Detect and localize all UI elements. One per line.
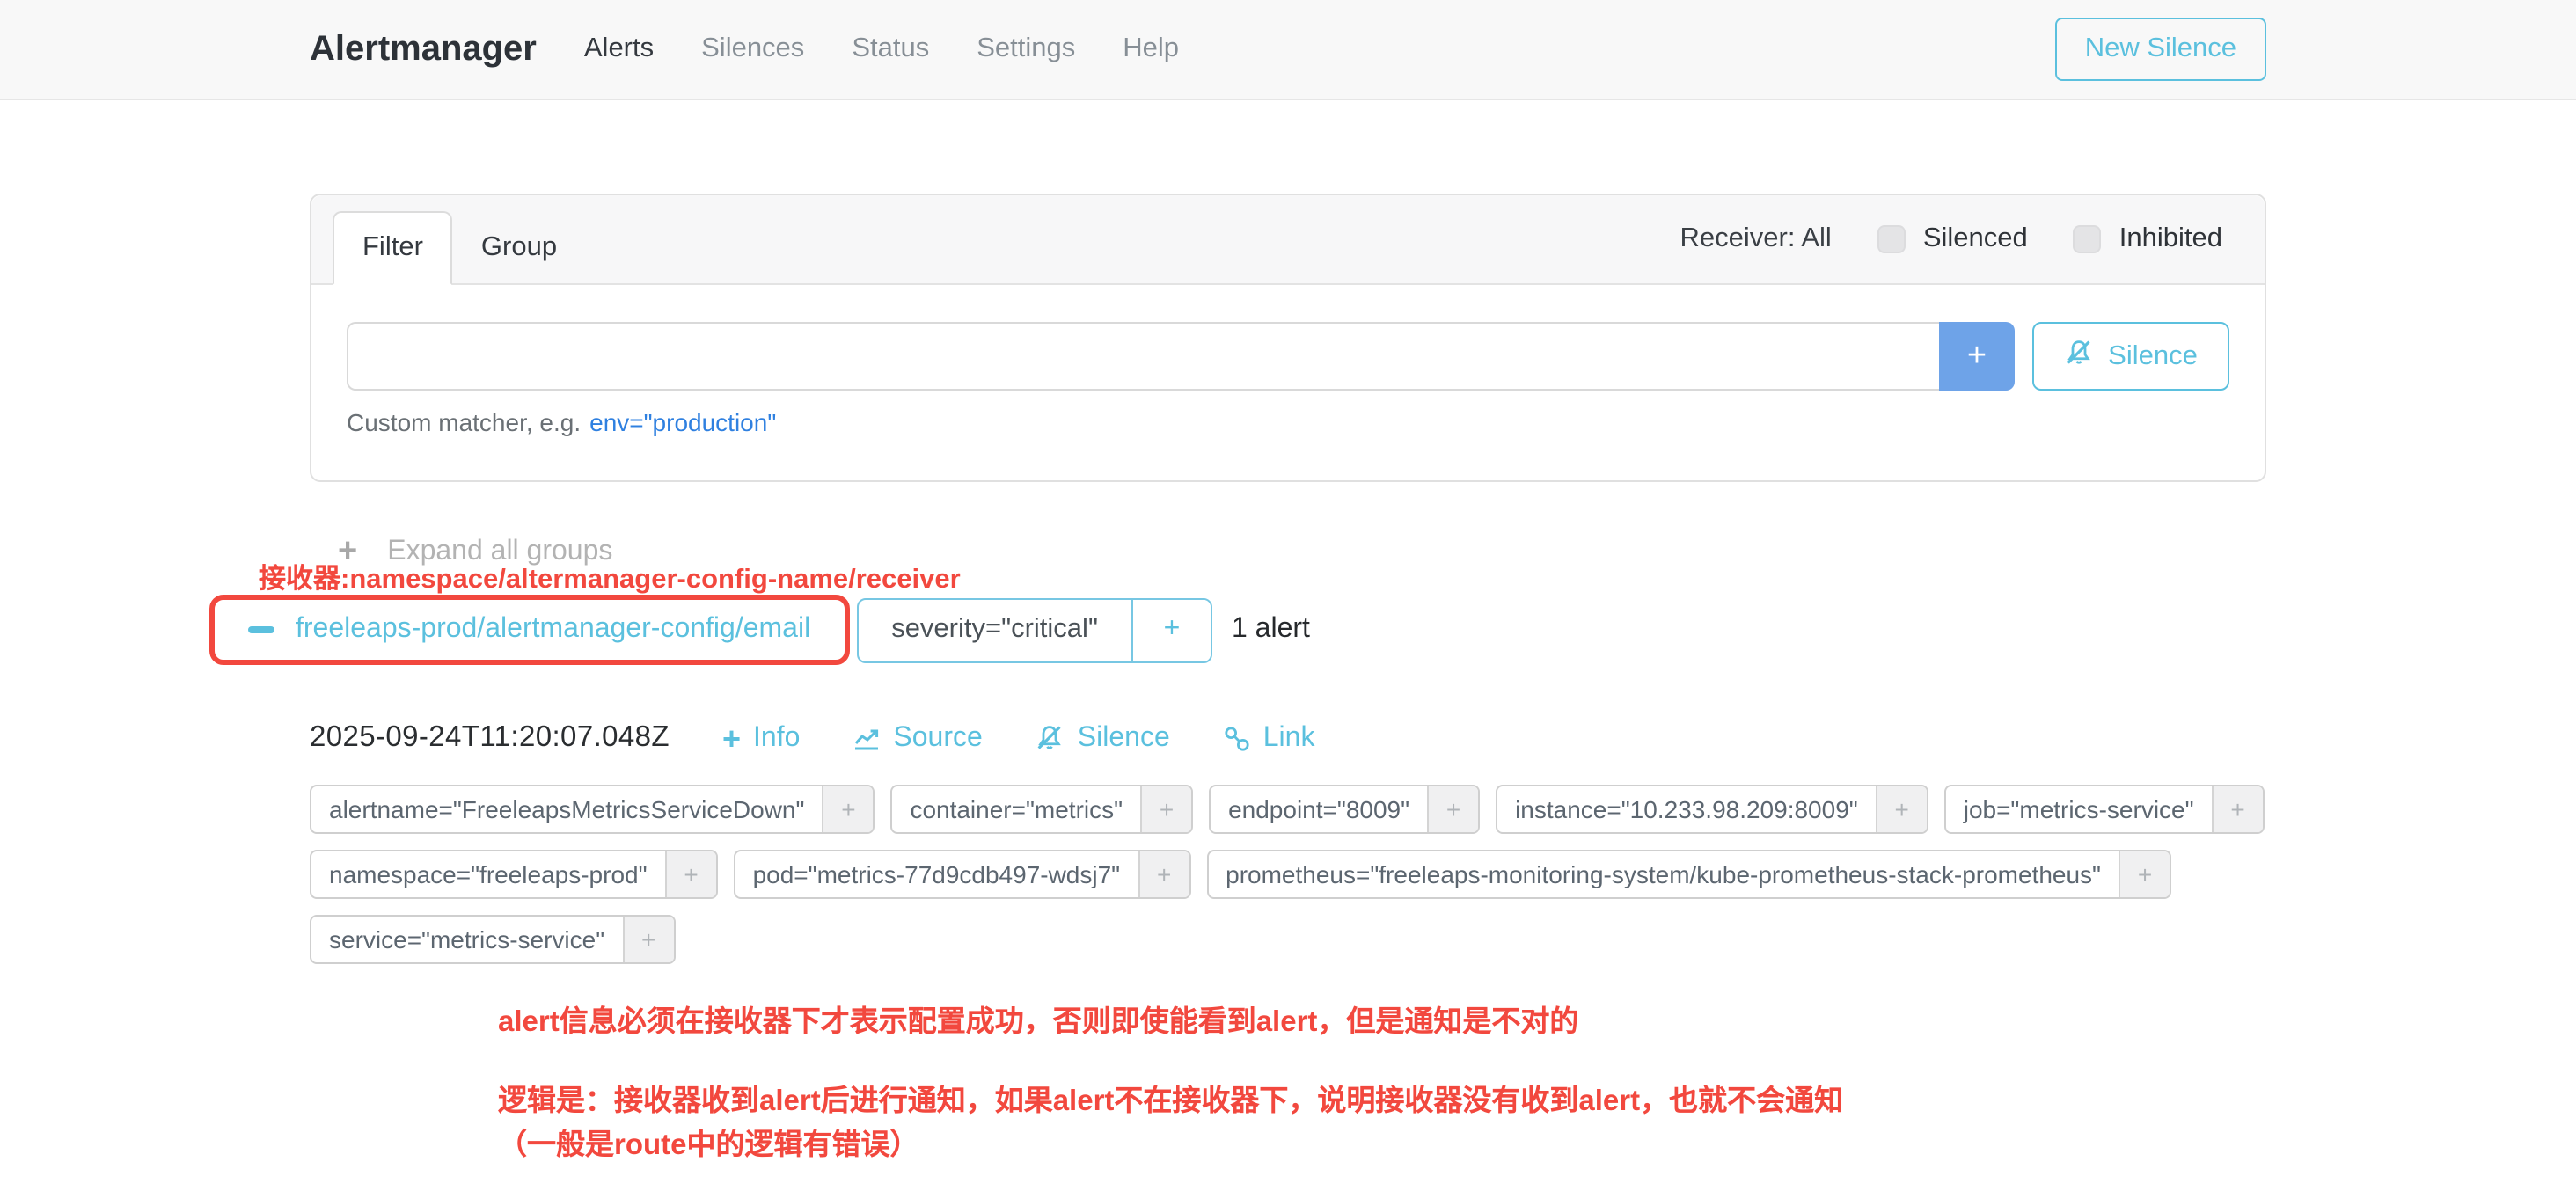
label-chip-instance: instance="10.233.98.209:8009" + [1496,785,1928,834]
label-chip-prometheus: prometheus="freeleaps-monitoring-system/… [1206,850,2171,899]
label-chip-container: container="metrics" + [890,785,1193,834]
nav-item-settings[interactable]: Settings [977,33,1075,65]
add-label-filter-button[interactable]: + [1427,786,1478,832]
alert-info-button[interactable]: + Info [722,722,800,754]
label-text: service="metrics-service" [311,917,622,962]
add-label-filter-button[interactable]: + [665,851,716,897]
silenced-label: Silenced [1923,223,2028,255]
label-chip-service: service="metrics-service" + [310,915,675,964]
add-label-filter-button[interactable]: + [2212,786,2263,832]
alert-silence-button[interactable]: Silence [1036,722,1170,754]
receiver-group-label: freeleaps-prod/alertmanager-config/email [296,614,810,646]
alert-header-row: 2025-09-24T11:20:07.048Z + Info Source [310,721,2266,755]
alert-link-button[interactable]: Link [1223,722,1315,754]
custom-matcher-hint: Custom matcher, e.g. env="production" [347,408,2229,436]
filter-tabs: Filter Group [333,195,585,283]
hint-example-link[interactable]: env="production" [589,408,776,436]
plus-icon: + [722,722,741,754]
top-navbar: Alertmanager Alerts Silences Status Sett… [0,0,2576,100]
tab-filter[interactable]: Filter [333,211,453,285]
label-text: prometheus="freeleaps-monitoring-system/… [1208,851,2119,897]
add-label-filter-button[interactable]: + [1876,786,1927,832]
label-text: alertname="FreeleapsMetricsServiceDown" [311,786,822,832]
label-text: namespace="freeleaps-prod" [311,851,665,897]
group-matcher-label: severity="critical" [858,599,1131,661]
receiver-filter-label[interactable]: Receiver: All [1680,223,1832,255]
minus-icon [248,626,274,633]
label-text: instance="10.233.98.209:8009" [1497,786,1876,832]
tab-group[interactable]: Group [453,213,585,283]
alert-link-label: Link [1263,722,1315,754]
annotation-alert-note: alert信息必须在接收器下才表示配置成功，否则即使能看到alert，但是通知是… [498,998,2266,1040]
silence-from-filter-button[interactable]: Silence [2032,322,2229,391]
nav-item-silences[interactable]: Silences [701,33,804,65]
add-matcher-button[interactable]: + [1939,322,2015,391]
nav-links: Alerts Silences Status Settings Help [584,33,1179,65]
add-group-matcher-button[interactable]: + [1131,599,1211,661]
add-label-filter-button[interactable]: + [1140,786,1191,832]
receiver-group-button[interactable]: freeleaps-prod/alertmanager-config/email [218,603,840,656]
alert-source-link[interactable]: Source [853,722,982,754]
label-text: endpoint="8009" [1211,786,1427,832]
new-silence-button[interactable]: New Silence [2055,17,2266,81]
inhibited-checkbox[interactable] [2074,225,2102,253]
add-label-filter-button[interactable]: + [622,917,673,962]
alert-info-label: Info [753,722,800,754]
matcher-input[interactable] [347,322,1939,391]
add-label-filter-button[interactable]: + [1138,851,1189,897]
alertmanager-page: Alertmanager Alerts Silences Status Sett… [0,0,2576,1184]
alert-groups-area: + Expand all groups 接收器:namespace/alterm… [310,535,2266,1168]
label-chip-pod: pod="metrics-77d9cdb497-wdsj7" + [734,850,1191,899]
alert-silence-label: Silence [1078,722,1170,754]
alert-labels: alertname="FreeleapsMetricsServiceDown" … [310,785,2266,964]
alert-group-row: freeleaps-prod/alertmanager-config/email… [209,595,2266,665]
chart-icon [853,724,881,752]
nav-item-alerts[interactable]: Alerts [584,33,654,65]
label-text: container="metrics" [892,786,1140,832]
inhibited-label: Inhibited [2119,223,2222,255]
annotation-receiver-note: 接收器:namespace/altermanager-config-name/r… [259,558,961,596]
hint-text: Custom matcher, e.g. [347,408,581,436]
nav-item-status[interactable]: Status [852,33,929,65]
filter-card-header: Filter Group Receiver: All Silenced Inhi… [311,195,2265,285]
label-chip-alertname: alertname="FreeleapsMetricsServiceDown" … [310,785,875,834]
label-text: pod="metrics-77d9cdb497-wdsj7" [735,851,1138,897]
label-chip-job: job="metrics-service" + [1944,785,2265,834]
silenced-checkbox[interactable] [1877,225,1906,253]
filter-card-body: + Silence Custom matcher, e.g.e [311,285,2265,480]
annotation-logic-note: 逻辑是：接收器收到alert后进行通知，如果alert不在接收器下，说明接收器没… [498,1080,2266,1168]
annotation-logic-line1: 逻辑是：接收器收到alert后进行通知，如果alert不在接收器下，说明接收器没… [498,1080,2266,1124]
add-label-filter-button[interactable]: + [822,786,873,832]
annotation-highlight-box: freeleaps-prod/alertmanager-config/email [209,595,849,665]
silenced-checkbox-group: Silenced [1877,223,2028,255]
annotation-logic-line2: （一般是route中的逻辑有错误） [498,1124,2266,1168]
inhibited-checkbox-group: Inhibited [2074,223,2222,255]
add-label-filter-button[interactable]: + [2119,851,2170,897]
alert-timestamp: 2025-09-24T11:20:07.048Z [310,721,670,755]
silence-button-label: Silence [2108,340,2198,372]
alert-count: 1 alert [1232,614,1310,646]
label-chip-namespace: namespace="freeleaps-prod" + [310,850,718,899]
label-text: job="metrics-service" [1946,786,2212,832]
filter-card: Filter Group Receiver: All Silenced Inhi… [310,194,2266,482]
brand-alertmanager[interactable]: Alertmanager [310,29,537,69]
group-matcher-chip: severity="critical" + [856,597,1212,662]
label-chip-endpoint: endpoint="8009" + [1209,785,1480,834]
link-icon [1223,724,1251,752]
alert-source-label: Source [893,722,982,754]
nav-item-help[interactable]: Help [1123,33,1179,65]
bell-slash-icon [1036,723,1065,753]
bell-slash-icon [2064,337,2094,376]
